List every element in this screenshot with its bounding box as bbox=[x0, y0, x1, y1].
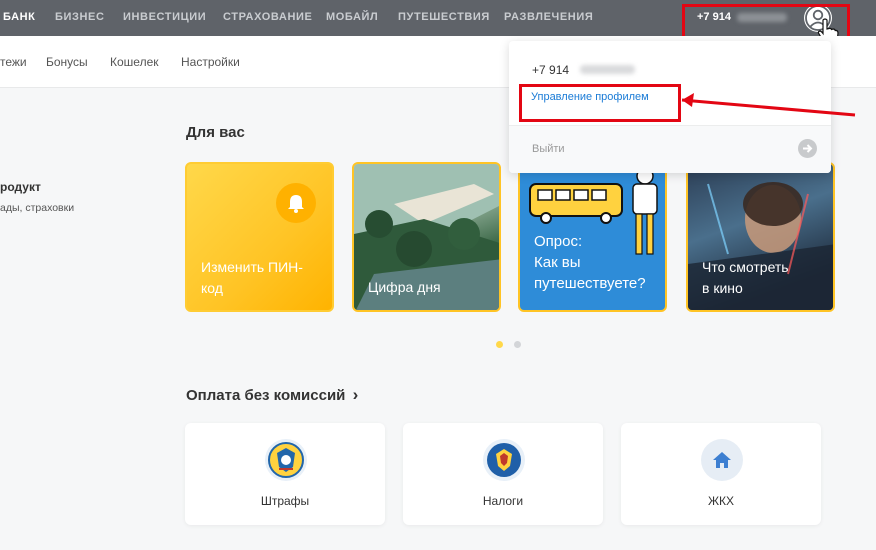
promo-card-survey[interactable]: Опрос: Как вы путешествуете? bbox=[518, 162, 667, 312]
annotation-arrow-icon bbox=[681, 93, 856, 117]
card-label-line2: Как вы bbox=[534, 254, 581, 271]
card-label-line1: Цифра дня bbox=[368, 279, 441, 295]
promo-card-movies[interactable]: Что смотреть в кино bbox=[686, 162, 835, 312]
payment-label: Налоги bbox=[482, 494, 524, 508]
home-icon bbox=[701, 439, 743, 481]
payments-title[interactable]: Оплата без комиссий › bbox=[186, 385, 358, 405]
promo-card-digit-of-day[interactable]: Цифра дня bbox=[352, 162, 501, 312]
topnav-item-investments[interactable]: ИНВЕСТИЦИИ bbox=[123, 11, 206, 23]
subnav-item-payments[interactable]: тежи bbox=[0, 55, 27, 69]
payment-card-taxes[interactable]: Налоги bbox=[403, 423, 603, 525]
topnav-item-insurance[interactable]: СТРАХОВАНИЕ bbox=[223, 11, 312, 23]
promo-card-change-pin[interactable]: Изменить ПИН- код bbox=[185, 162, 334, 312]
card-label-line1: Изменить ПИН- bbox=[201, 259, 303, 275]
product-subtitle: ады, страховки bbox=[0, 202, 75, 214]
tax-emblem-icon bbox=[483, 439, 525, 481]
bell-icon bbox=[276, 183, 316, 223]
carousel-dot[interactable] bbox=[514, 341, 521, 348]
card-label-line2: код bbox=[201, 280, 223, 296]
product-title[interactable]: родукт bbox=[0, 180, 41, 194]
card-label-line3: путешествуете? bbox=[534, 275, 646, 292]
subnav-item-wallet[interactable]: Кошелек bbox=[110, 55, 159, 69]
card-label-line1: Что смотреть bbox=[702, 259, 789, 275]
card-label-line1: Опрос: bbox=[534, 233, 583, 250]
topnav-item-business[interactable]: БИЗНЕС bbox=[55, 11, 105, 23]
dropdown-phone-blurred-digits bbox=[580, 65, 635, 74]
topnav-item-bank[interactable]: БАНК bbox=[3, 11, 36, 23]
topnav-item-travel[interactable]: ПУТЕШЕСТВИЯ bbox=[398, 11, 490, 23]
carousel-dot-active[interactable] bbox=[496, 341, 503, 348]
logout-button[interactable]: Выйти bbox=[532, 143, 565, 155]
topnav-item-mobile[interactable]: МОБАЙЛ bbox=[326, 11, 378, 23]
topnav-item-entertainment[interactable]: РАЗВЛЕЧЕНИЯ bbox=[504, 11, 593, 23]
payment-label: ЖКХ bbox=[707, 494, 735, 508]
arrow-right-icon[interactable] bbox=[798, 139, 817, 158]
card-label-line2: в кино bbox=[702, 280, 743, 296]
subnav-item-settings[interactable]: Настройки bbox=[181, 55, 240, 69]
dropdown-phone: +7 914 bbox=[532, 63, 570, 77]
traffic-police-emblem-icon bbox=[265, 439, 307, 481]
payment-card-utilities[interactable]: ЖКХ bbox=[621, 423, 821, 525]
subnav-item-bonuses[interactable]: Бонусы bbox=[46, 55, 88, 69]
for-you-title: Для вас bbox=[186, 124, 245, 141]
payments-title-text: Оплата без комиссий bbox=[186, 387, 346, 404]
chevron-right-icon: › bbox=[352, 385, 359, 404]
payment-card-fines[interactable]: Штрафы bbox=[185, 423, 385, 525]
highlight-box-manage-profile bbox=[519, 84, 681, 122]
payment-label: Штрафы bbox=[260, 494, 310, 508]
